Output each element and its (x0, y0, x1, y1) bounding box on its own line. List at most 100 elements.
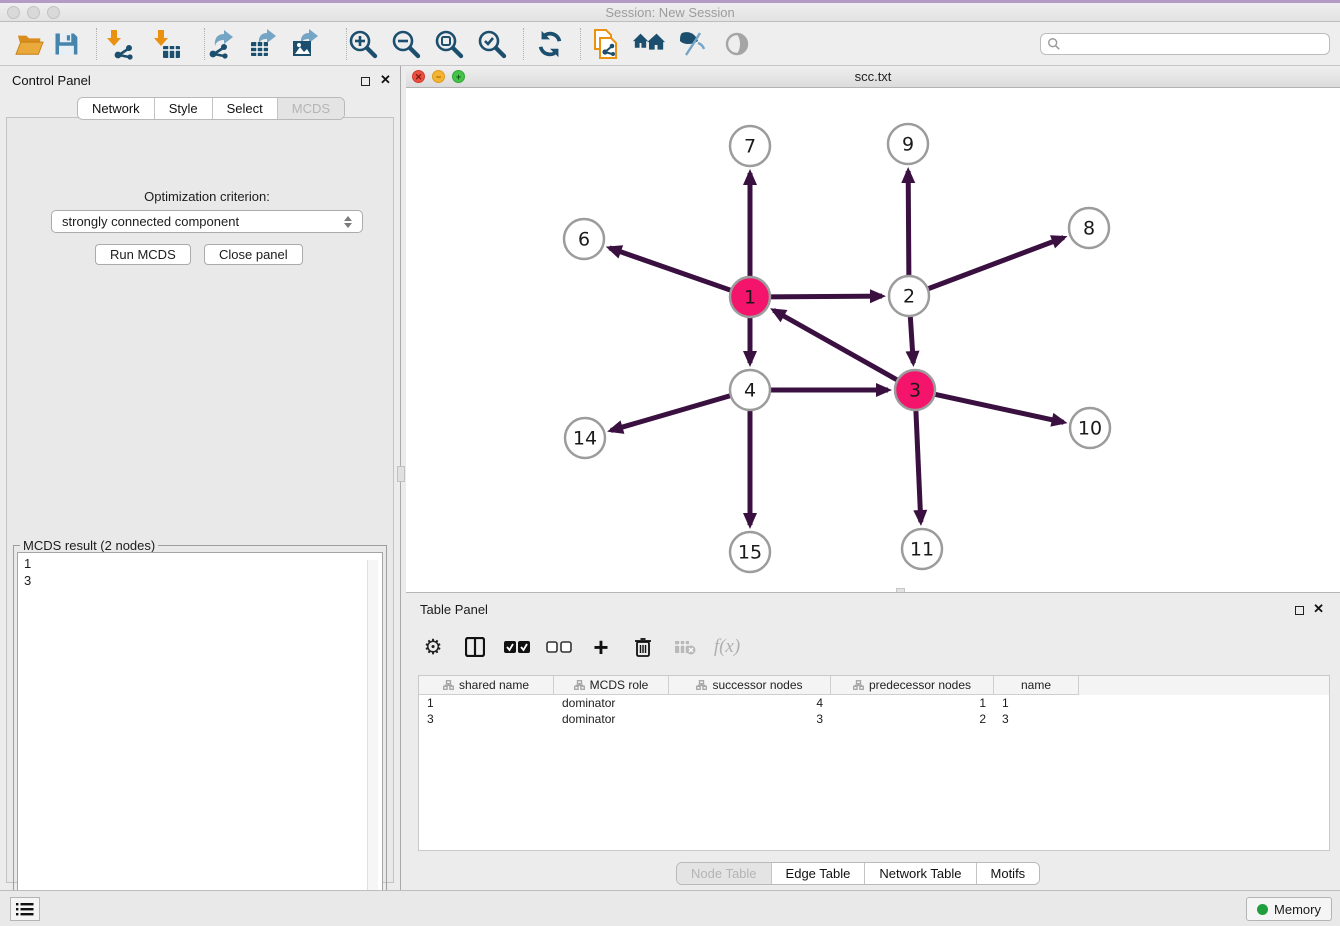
node-15[interactable]: 15 (730, 532, 770, 572)
node-1[interactable]: 1 (730, 277, 770, 317)
tab-mcds[interactable]: MCDS (278, 98, 344, 119)
cell-successor-nodes[interactable]: 3 (669, 711, 831, 727)
import-network-icon[interactable] (101, 27, 137, 61)
network-graph[interactable]: 7 9 6 8 1 2 4 3 14 10 15 11 (406, 88, 1340, 592)
column-header-predecessor-nodes[interactable]: predecessor nodes (831, 676, 994, 695)
edge-1-6[interactable] (609, 248, 733, 291)
node-11[interactable]: 11 (902, 529, 942, 569)
tab-network-table[interactable]: Network Table (865, 863, 976, 884)
tab-motifs[interactable]: Motifs (977, 863, 1040, 884)
run-mcds-button[interactable]: Run MCDS (95, 244, 191, 265)
svg-text:1: 1 (744, 287, 756, 309)
export-image-icon[interactable] (288, 27, 324, 61)
memory-status-icon (1257, 904, 1268, 915)
zoom-fit-icon[interactable] (431, 27, 467, 61)
table-body: 1dominator4113dominator323 (419, 695, 1329, 727)
cell-MCDS-role[interactable]: dominator (554, 711, 669, 727)
edge-1-2[interactable] (768, 296, 882, 297)
zoom-selected-icon[interactable] (474, 27, 510, 61)
maximize-window-button[interactable] (47, 6, 60, 19)
column-header-MCDS-role[interactable]: MCDS role (554, 676, 669, 695)
edge-3-10[interactable] (933, 394, 1064, 422)
mcds-result-text[interactable]: 1 3 (17, 552, 383, 914)
cell-name[interactable]: 3 (994, 711, 1079, 727)
zoom-out-icon[interactable] (388, 27, 424, 61)
close-table-panel-icon[interactable]: ✕ (1313, 604, 1324, 613)
criterion-dropdown[interactable]: strongly connected component (51, 210, 363, 233)
hide-style-icon[interactable] (674, 27, 710, 61)
table-row[interactable]: 1dominator411 (419, 695, 1329, 711)
edge-2-9[interactable] (908, 171, 909, 278)
svg-text:2: 2 (903, 286, 915, 308)
search-field[interactable] (1040, 33, 1330, 55)
search-input[interactable] (1061, 37, 1329, 51)
deselect-all-checkboxes-icon[interactable] (546, 634, 572, 660)
add-column-icon[interactable]: + (588, 634, 614, 660)
control-panel-title: Control Panel (12, 73, 91, 88)
export-table-icon[interactable] (246, 27, 282, 61)
duplicate-network-icon[interactable] (587, 27, 623, 61)
import-table-icon[interactable] (148, 27, 184, 61)
node-table[interactable]: shared nameMCDS rolesuccessor nodesprede… (418, 675, 1330, 851)
select-all-checkboxes-icon[interactable] (504, 634, 530, 660)
cell-shared-name[interactable]: 3 (419, 711, 554, 727)
task-history-button[interactable] (10, 897, 40, 921)
export-network-icon[interactable] (204, 27, 240, 61)
maximize-view-icon[interactable]: + (452, 70, 465, 83)
close-window-button[interactable] (7, 6, 20, 19)
refresh-layout-icon[interactable] (532, 27, 568, 61)
cell-shared-name[interactable]: 1 (419, 695, 554, 711)
edge-2-3[interactable] (910, 314, 913, 363)
node-3[interactable]: 3 (895, 370, 935, 410)
cell-predecessor-nodes[interactable]: 1 (831, 695, 994, 711)
list-icon (16, 902, 34, 916)
float-panel-icon[interactable] (361, 74, 370, 89)
close-panel-icon[interactable]: ✕ (380, 75, 391, 84)
toolbar-separator (523, 28, 524, 60)
tab-network[interactable]: Network (78, 98, 155, 119)
close-view-icon[interactable]: ✕ (412, 70, 425, 83)
network-window-titlebar[interactable]: ✕ − + scc.txt (406, 66, 1340, 88)
delete-column-icon[interactable] (630, 634, 656, 660)
open-file-icon[interactable] (12, 27, 48, 61)
minimize-window-button[interactable] (27, 6, 40, 19)
minimize-view-icon[interactable]: − (432, 70, 445, 83)
dropdown-stepper-icon (344, 216, 352, 228)
node-8[interactable]: 8 (1069, 208, 1109, 248)
table-row[interactable]: 3dominator323 (419, 711, 1329, 727)
node-9[interactable]: 9 (888, 124, 928, 164)
close-panel-button[interactable]: Close panel (204, 244, 303, 265)
panel-divider-grip[interactable] (397, 466, 405, 482)
column-header-name[interactable]: name (994, 676, 1079, 695)
edge-2-8[interactable] (926, 238, 1064, 290)
cell-name[interactable]: 1 (994, 695, 1079, 711)
node-4[interactable]: 4 (730, 370, 770, 410)
network-canvas[interactable]: 7 9 6 8 1 2 4 3 14 10 15 11 (406, 88, 1340, 592)
cell-successor-nodes[interactable]: 4 (669, 695, 831, 711)
tab-select[interactable]: Select (213, 98, 278, 119)
home-icon[interactable] (631, 27, 667, 61)
tab-edge-table[interactable]: Edge Table (772, 863, 866, 884)
zoom-in-icon[interactable] (345, 27, 381, 61)
node-14[interactable]: 14 (565, 418, 605, 458)
tab-node-table[interactable]: Node Table (677, 863, 772, 884)
node-6[interactable]: 6 (564, 219, 604, 259)
float-table-panel-icon[interactable] (1295, 603, 1304, 618)
cell-predecessor-nodes[interactable]: 2 (831, 711, 994, 727)
gear-icon[interactable]: ⚙ (420, 634, 446, 660)
column-header-successor-nodes[interactable]: successor nodes (669, 676, 831, 695)
edge-3-11[interactable] (916, 408, 921, 522)
node-2[interactable]: 2 (889, 276, 929, 316)
save-session-icon[interactable] (48, 27, 84, 61)
cell-MCDS-role[interactable]: dominator (554, 695, 669, 711)
node-7[interactable]: 7 (730, 126, 770, 166)
split-columns-icon[interactable] (462, 634, 488, 660)
node-10[interactable]: 10 (1070, 408, 1110, 448)
svg-text:8: 8 (1083, 218, 1095, 240)
edge-4-14[interactable] (611, 395, 733, 430)
memory-button[interactable]: Memory (1246, 897, 1332, 921)
result-scrollbar[interactable] (367, 560, 378, 914)
edge-3-1[interactable] (774, 310, 900, 381)
tab-style[interactable]: Style (155, 98, 213, 119)
column-header-shared-name[interactable]: shared name (419, 676, 554, 695)
